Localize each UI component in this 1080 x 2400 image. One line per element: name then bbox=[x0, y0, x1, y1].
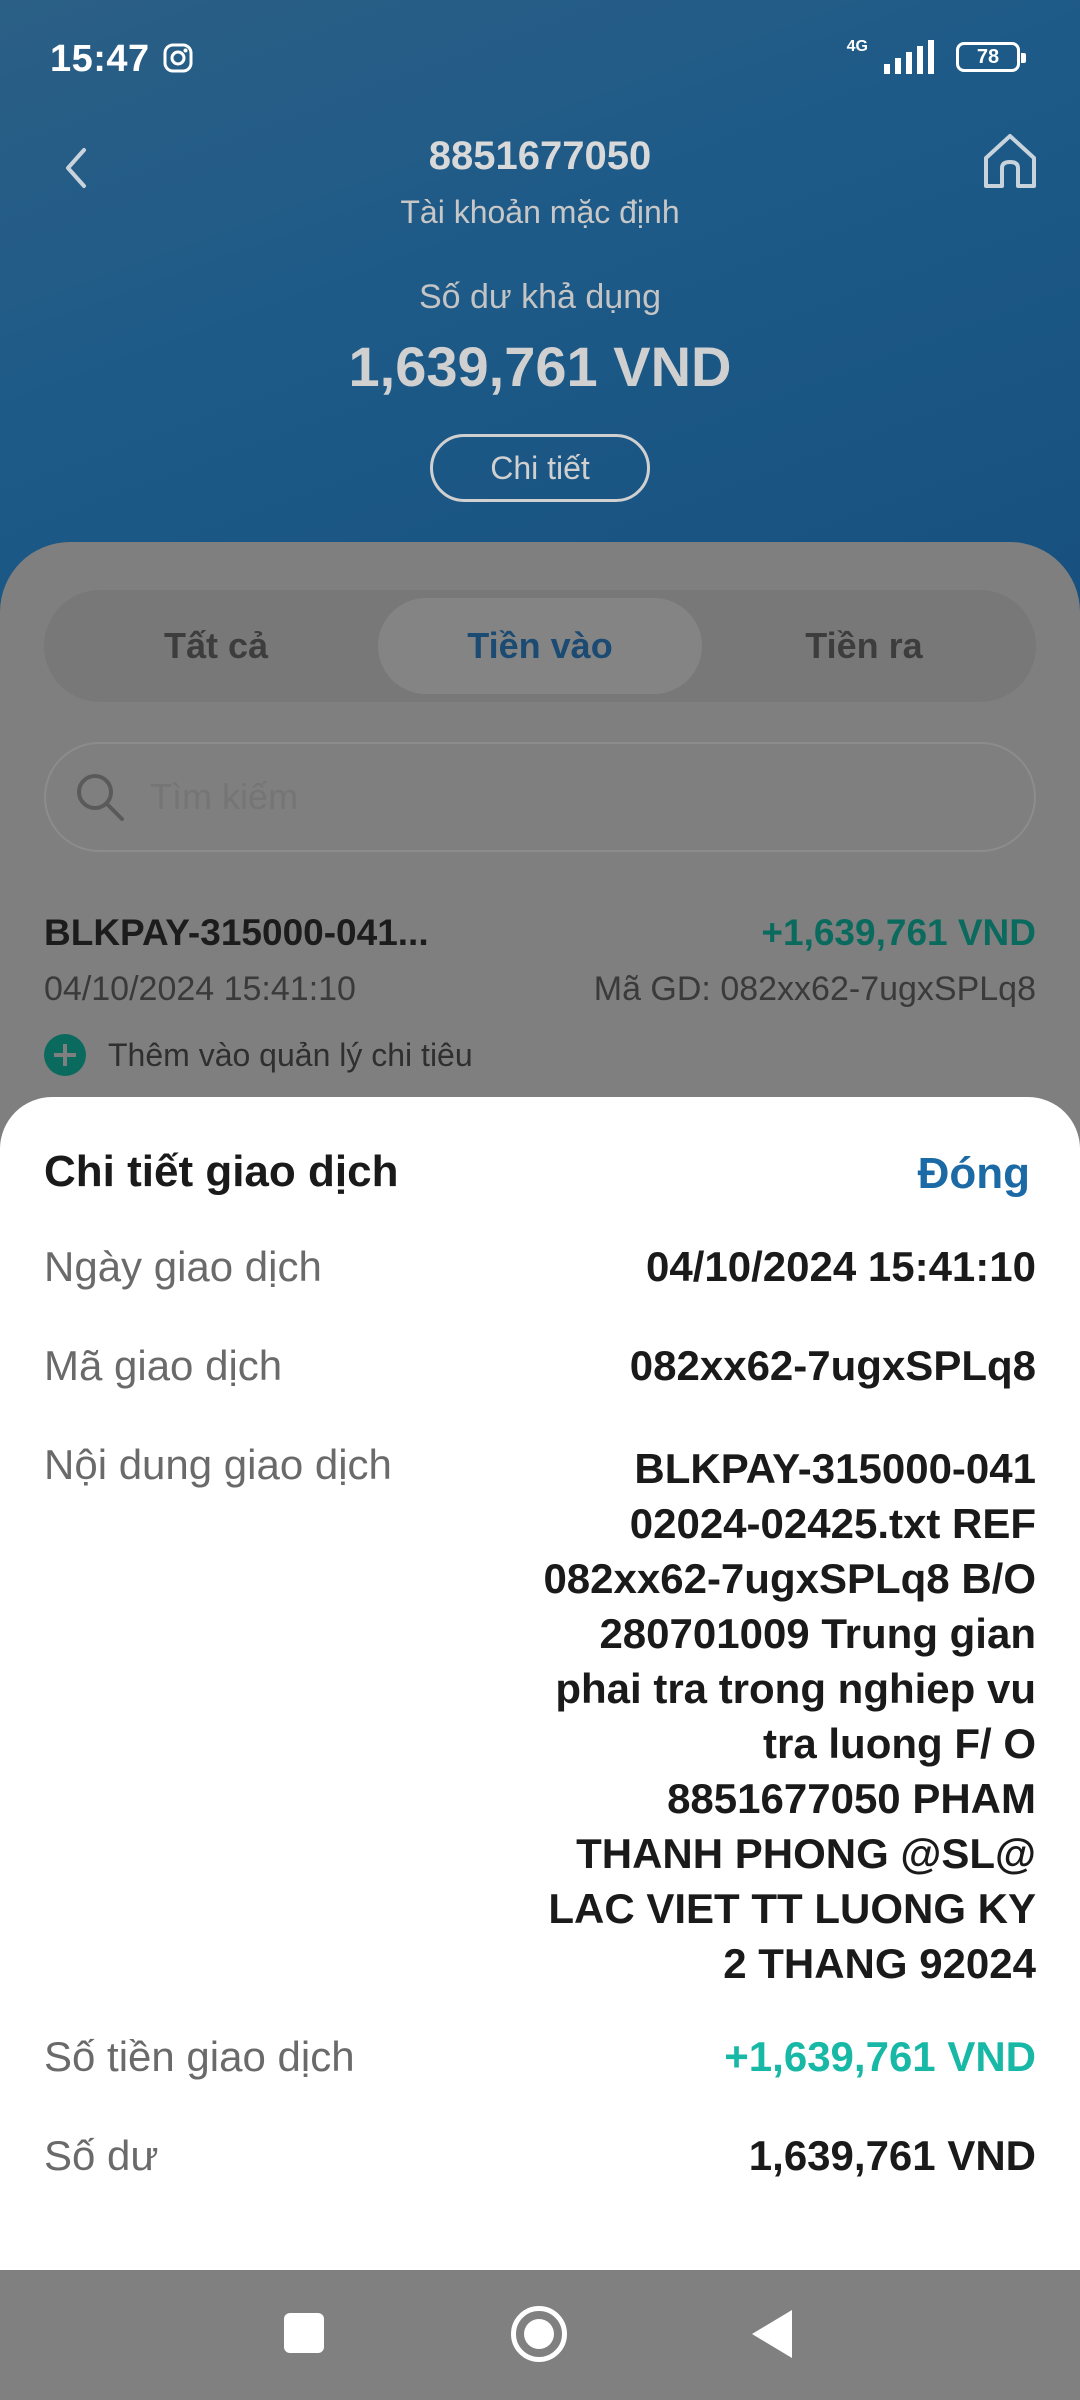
filter-tabs: Tất cả Tiền vào Tiền ra bbox=[44, 590, 1036, 702]
available-balance-label: Số dư khả dụng bbox=[418, 278, 662, 316]
account-label: Tài khoản mặc định bbox=[400, 194, 680, 230]
account-header: 15:47 4G 78 8851677050 Tài khoản mặc địn… bbox=[0, 0, 1080, 620]
back-triangle-icon[interactable] bbox=[752, 2310, 792, 2358]
available-balance-amount: 1,639,761 VND bbox=[348, 335, 732, 398]
recents-icon[interactable] bbox=[284, 2313, 324, 2353]
close-button[interactable]: Đóng bbox=[918, 1149, 1030, 1199]
status-indicators: 4G 78 bbox=[846, 38, 1026, 74]
network-type: 4G bbox=[846, 38, 868, 55]
battery-level: 78 bbox=[976, 45, 1000, 68]
detail-label: Số tiền giao dịch bbox=[44, 2033, 355, 2080]
detail-label: Ngày giao dịch bbox=[44, 1243, 322, 1290]
tab-incoming[interactable]: Tiền vào bbox=[378, 598, 702, 694]
account-number: 8851677050 bbox=[428, 134, 652, 178]
detail-label: Mã giao dịch bbox=[44, 1342, 283, 1389]
home-circle-icon[interactable] bbox=[511, 2306, 567, 2362]
tab-all[interactable]: Tất cả bbox=[54, 598, 378, 694]
status-bar: 15:47 4G 78 bbox=[0, 0, 1080, 120]
tab-outgoing[interactable]: Tiền ra bbox=[702, 598, 1026, 694]
instagram-icon bbox=[163, 43, 193, 73]
detail-value: +1,639,761 VND bbox=[724, 2033, 1036, 2080]
battery-icon: 78 bbox=[956, 42, 1026, 72]
transaction-code: Mã GD: 082xx62-7ugxSPLq8 bbox=[593, 970, 1036, 1008]
search-icon bbox=[77, 774, 124, 821]
detail-label: Số dư bbox=[44, 2132, 159, 2179]
search-box[interactable] bbox=[44, 742, 1036, 852]
detail-value: 1,639,761 VND bbox=[748, 2132, 1036, 2179]
detail-value: 082xx62-7ugxSPLq8 bbox=[629, 1342, 1036, 1389]
search-input[interactable] bbox=[150, 776, 615, 818]
system-nav-bar bbox=[0, 2270, 1080, 2400]
add-to-spending-label: Thêm vào quản lý chi tiêu bbox=[108, 1036, 473, 1073]
detail-value: BLKPAY-315000-041 02024-02425.txt REF 08… bbox=[543, 1445, 1036, 1987]
detail-label: Nội dung giao dịch bbox=[44, 1441, 392, 1488]
detail-button[interactable]: Chi tiết bbox=[430, 434, 650, 502]
transaction-date: 04/10/2024 15:41:10 bbox=[44, 970, 356, 1008]
plus-circle-icon bbox=[44, 1034, 86, 1076]
transaction-name: BLKPAY-315000-041... bbox=[44, 912, 429, 953]
transaction-amount: +1,639,761 VND bbox=[761, 912, 1036, 953]
transaction-detail-sheet: Chi tiết giao dịch Đóng Ngày giao dịch 0… bbox=[0, 1097, 1080, 2270]
sheet-title: Chi tiết giao dịch bbox=[44, 1147, 399, 1196]
status-time: 15:47 bbox=[50, 38, 150, 80]
signal-icon bbox=[884, 40, 934, 74]
detail-value: 04/10/2024 15:41:10 bbox=[646, 1243, 1036, 1290]
add-to-spending-button[interactable]: Thêm vào quản lý chi tiêu bbox=[44, 1034, 473, 1076]
